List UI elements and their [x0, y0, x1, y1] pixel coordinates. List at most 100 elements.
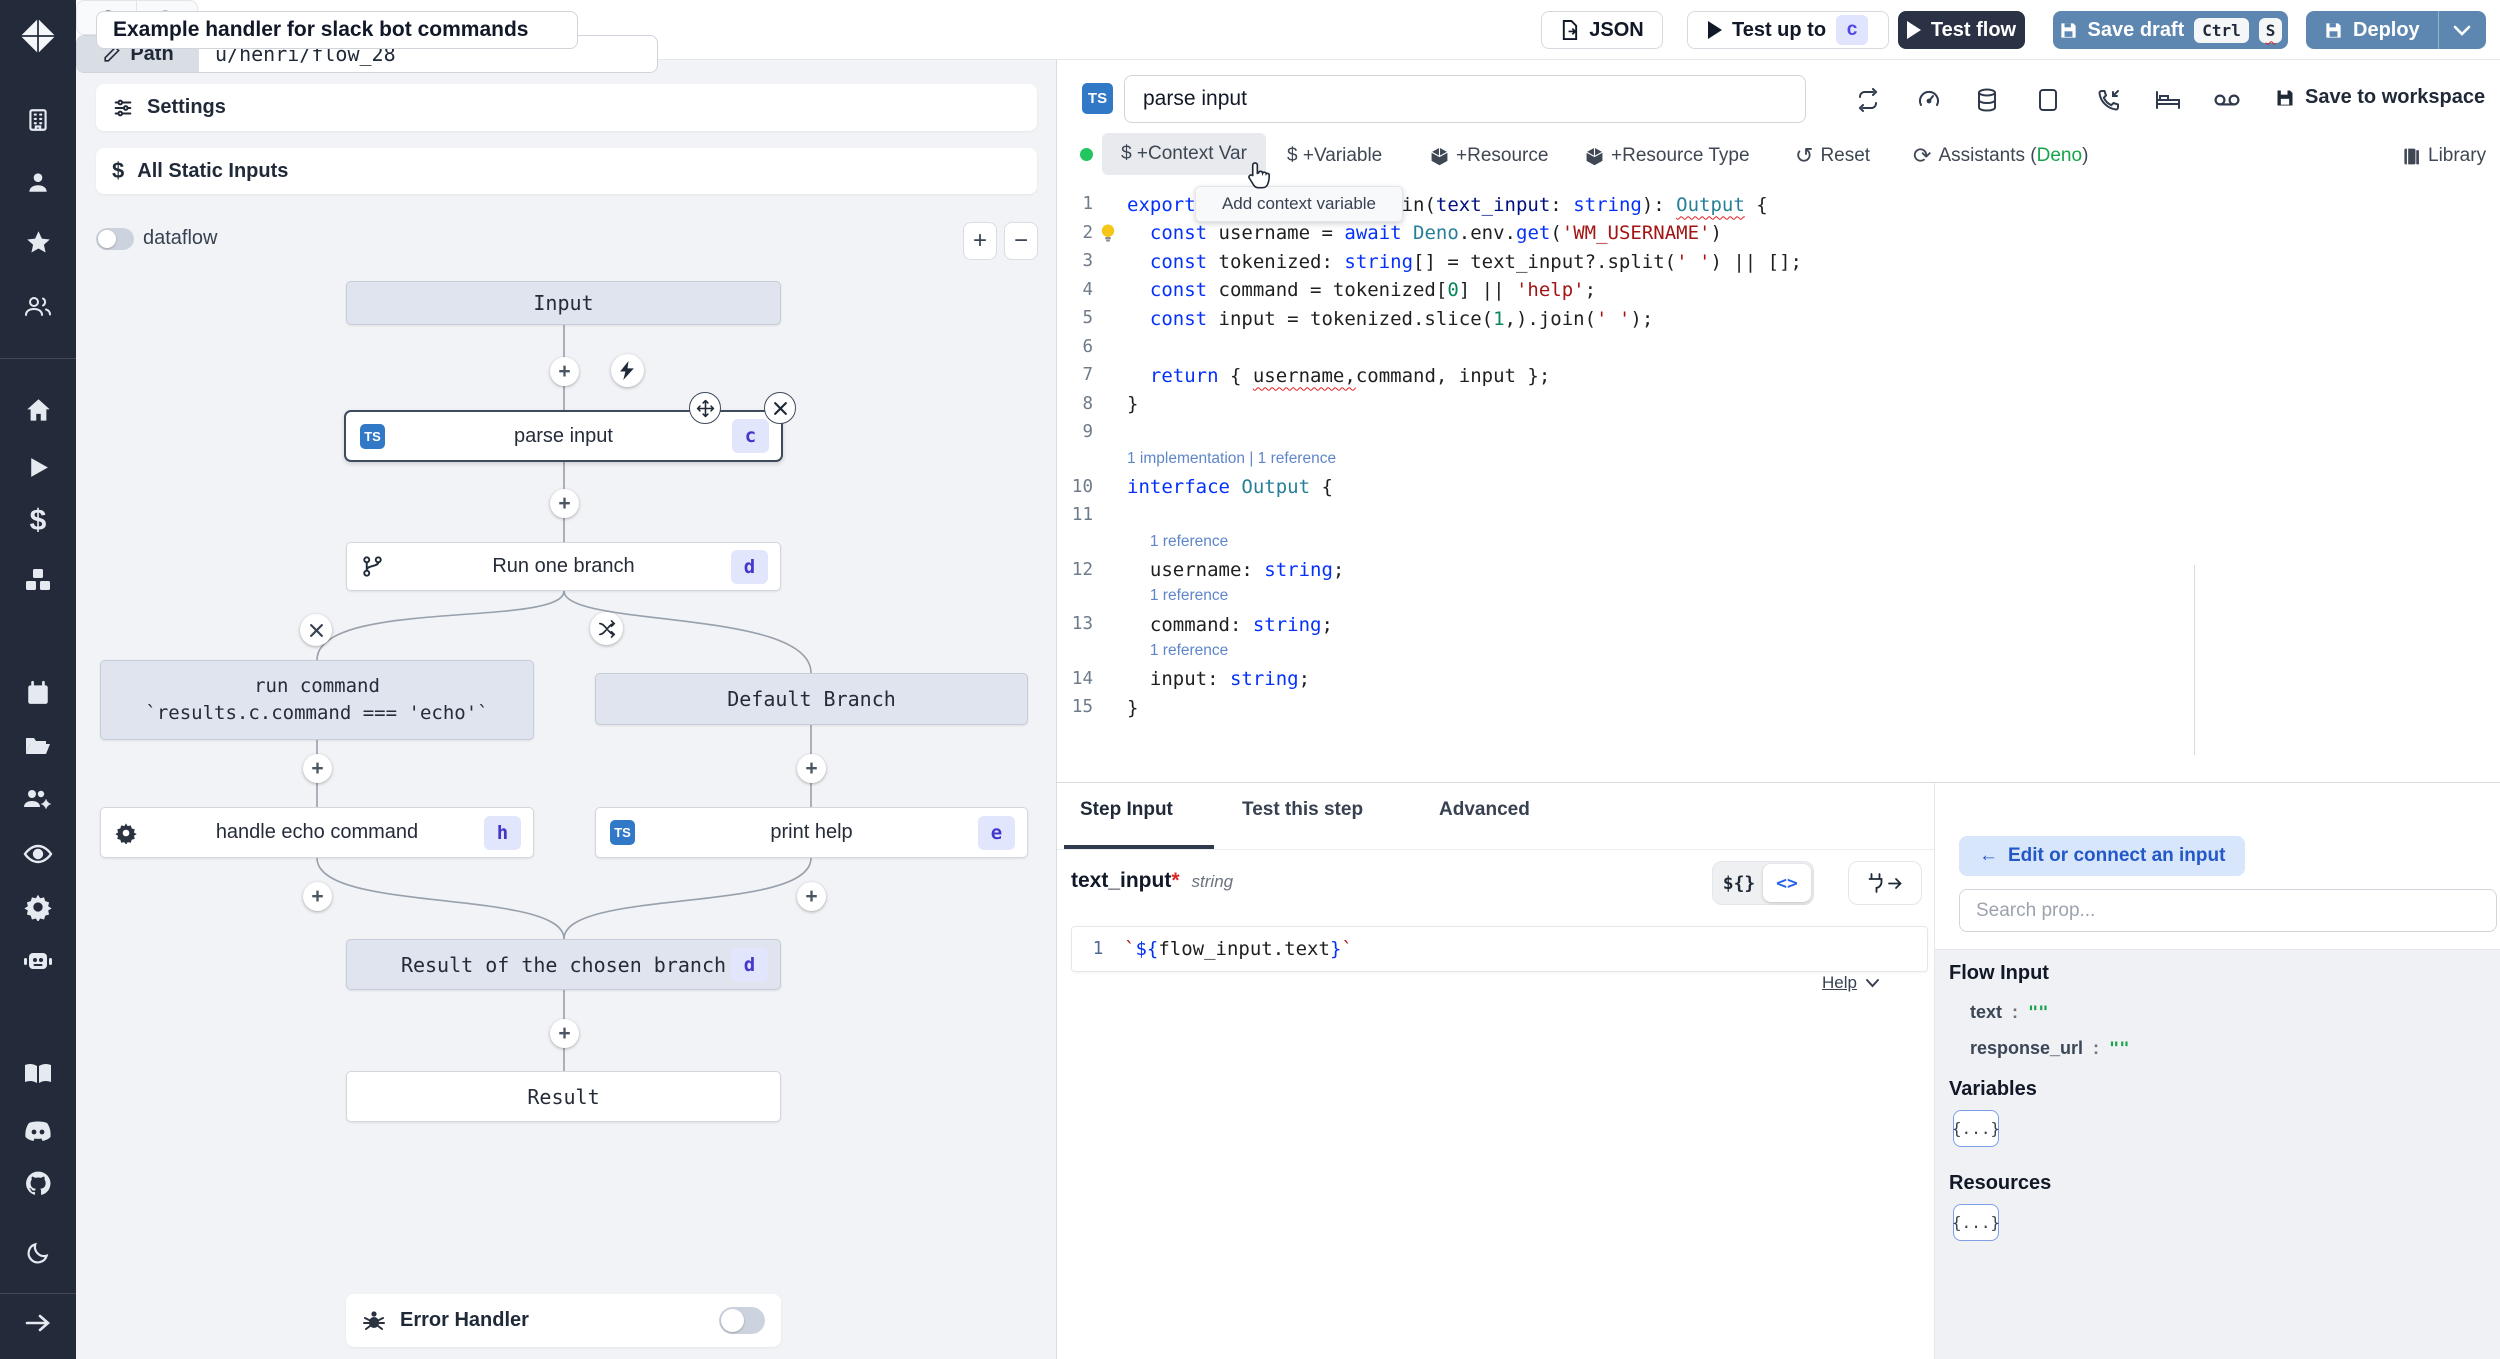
save-draft-button[interactable]: Save draft Ctrl S [2053, 11, 2288, 49]
user-icon[interactable] [0, 162, 76, 202]
line-number: 12 [1071, 559, 1093, 580]
insert-step-button[interactable]: + [550, 489, 579, 518]
flow-node-print-help[interactable]: TS print help e [595, 807, 1028, 858]
step-id-badge: e [978, 815, 1015, 850]
flow-node-result[interactable]: Result [346, 1071, 781, 1122]
home-icon[interactable] [0, 390, 76, 430]
codelens[interactable]: 1 implementation | 1 reference [1127, 447, 1336, 471]
boxes-icon[interactable] [0, 560, 76, 600]
line-number: 1 [1092, 939, 1104, 959]
test-up-to-label: Test up to [1731, 18, 1827, 41]
flow-canvas: Settings $ All Static Inputs dataflow + … [76, 60, 1057, 1359]
trigger-button[interactable] [611, 354, 644, 387]
dollar-icon[interactable]: $ [0, 501, 76, 541]
insert-step-button[interactable]: + [550, 357, 579, 386]
prop-row-response-url[interactable]: response_url : "" [1970, 1038, 2130, 1059]
play-icon [1707, 21, 1722, 39]
gear-icon[interactable] [0, 887, 76, 927]
resources-heading: Resources [1949, 1172, 2052, 1194]
lightbulb-icon[interactable] [1099, 223, 1117, 243]
star-icon[interactable] [0, 222, 76, 262]
codelens[interactable]: 1 reference [1150, 530, 1228, 554]
eye-icon[interactable] [0, 834, 76, 874]
node-label: Result [527, 1084, 600, 1109]
node-label: Result of the chosen branch [400, 952, 727, 977]
tab-test-this-step[interactable]: Test this step [1242, 799, 1363, 821]
expression-editor[interactable]: 1 `${flow_input.text}` [1071, 926, 1928, 972]
tab-advanced[interactable]: Advanced [1439, 799, 1530, 821]
resources-object-chip[interactable]: {...} [1952, 1204, 2000, 1241]
line-number: 13 [1071, 614, 1093, 634]
help-label: Help [1822, 973, 1857, 992]
deploy-options-button[interactable] [2437, 11, 2486, 49]
field-type: string [1191, 872, 1234, 891]
template-mode-button[interactable]: ${} [1715, 864, 1763, 902]
error-handler-toggle[interactable] [719, 1307, 765, 1334]
line-number: 4 [1082, 279, 1093, 300]
delete-branch-button[interactable] [300, 614, 332, 646]
delete-step-button[interactable] [764, 392, 796, 424]
line-number: 1 [1082, 194, 1093, 214]
save-icon [2326, 22, 2341, 38]
test-up-to-button[interactable]: Test up to c [1687, 11, 1889, 49]
folder-open-icon[interactable] [0, 726, 76, 766]
flow-node-run-one-branch[interactable]: Run one branch d [346, 542, 781, 591]
code-editor[interactable]: 1export async function main(text_input: … [1057, 60, 2500, 782]
codelens[interactable]: 1 reference [1150, 584, 1228, 608]
move-step-button[interactable] [689, 392, 721, 424]
arrow-right-icon[interactable] [0, 1303, 76, 1343]
flow-node-run-command-branch[interactable]: run command `results.c.command === 'echo… [100, 660, 534, 740]
book-open-icon[interactable] [0, 1054, 76, 1094]
flow-title-input[interactable]: Example handler for slack bot commands [96, 11, 578, 49]
code-mode-button[interactable]: <> [1763, 864, 1811, 902]
save-draft-label: Save draft [2087, 18, 2185, 41]
insert-step-button[interactable]: + [303, 882, 332, 911]
flow-node-branch-result[interactable]: Result of the chosen branch d [346, 939, 781, 990]
test-flow-label: Test flow [1930, 18, 2017, 41]
windmill-logo-icon[interactable] [0, 14, 76, 58]
json-button[interactable]: JSON [1541, 11, 1663, 49]
insert-step-button[interactable]: + [797, 754, 826, 783]
code-line: interface Output { [1127, 476, 1333, 498]
deploy-button[interactable]: Deploy [2306, 11, 2438, 49]
codelens[interactable]: 1 reference [1150, 639, 1228, 663]
flow-node-default-branch[interactable]: Default Branch [595, 673, 1028, 725]
variables-object-chip[interactable]: {...} [1952, 1110, 2000, 1147]
gear-icon [115, 822, 137, 844]
calendar-icon[interactable] [0, 673, 76, 713]
building-icon[interactable] [0, 100, 76, 140]
node-label: Input [533, 291, 594, 315]
users-gear-icon[interactable] [0, 780, 76, 820]
play-icon[interactable] [0, 447, 76, 487]
tab-step-input[interactable]: Step Input [1080, 799, 1173, 821]
test-flow-button[interactable]: Test flow [1898, 11, 2025, 49]
moon-icon[interactable] [0, 1233, 76, 1273]
users-icon[interactable] [0, 286, 76, 326]
insert-step-button[interactable]: + [797, 882, 826, 911]
error-handler-label: Error Handler [400, 1309, 529, 1331]
swap-branches-button[interactable] [590, 612, 623, 645]
input-mode-toggle: ${} <> [1712, 861, 1814, 905]
required-asterisk: * [1171, 869, 1180, 892]
arrow-left-icon: ← [1979, 845, 1998, 866]
github-icon[interactable] [0, 1163, 76, 1203]
discord-icon[interactable] [0, 1112, 76, 1152]
play-icon [1906, 21, 1921, 39]
robot-icon[interactable] [0, 941, 76, 981]
flow-node-input[interactable]: Input [346, 281, 781, 325]
connect-input-button[interactable] [1848, 861, 1922, 905]
insert-step-button[interactable]: + [303, 754, 332, 783]
prop-row-text[interactable]: text : "" [1970, 1002, 2049, 1023]
deploy-label: Deploy [2353, 18, 2420, 41]
edit-or-connect-button[interactable]: ← Edit or connect an input [1959, 836, 2246, 876]
help-link[interactable]: Help [1822, 973, 1880, 993]
chevron-down-icon [2454, 25, 2471, 36]
bug-icon [363, 1310, 385, 1330]
code-line: return { username, command, input }; [1149, 364, 1551, 387]
flow-node-handle-echo-command[interactable]: handle echo command h [100, 807, 534, 858]
search-prop-input[interactable]: Search prop... [1959, 889, 2497, 932]
tooltip-text: Add context variable [1221, 194, 1377, 213]
error-handler-bar: Error Handler [346, 1294, 781, 1347]
edit-or-connect-label: Edit or connect an input [2008, 845, 2226, 866]
insert-step-button[interactable]: + [550, 1019, 579, 1048]
